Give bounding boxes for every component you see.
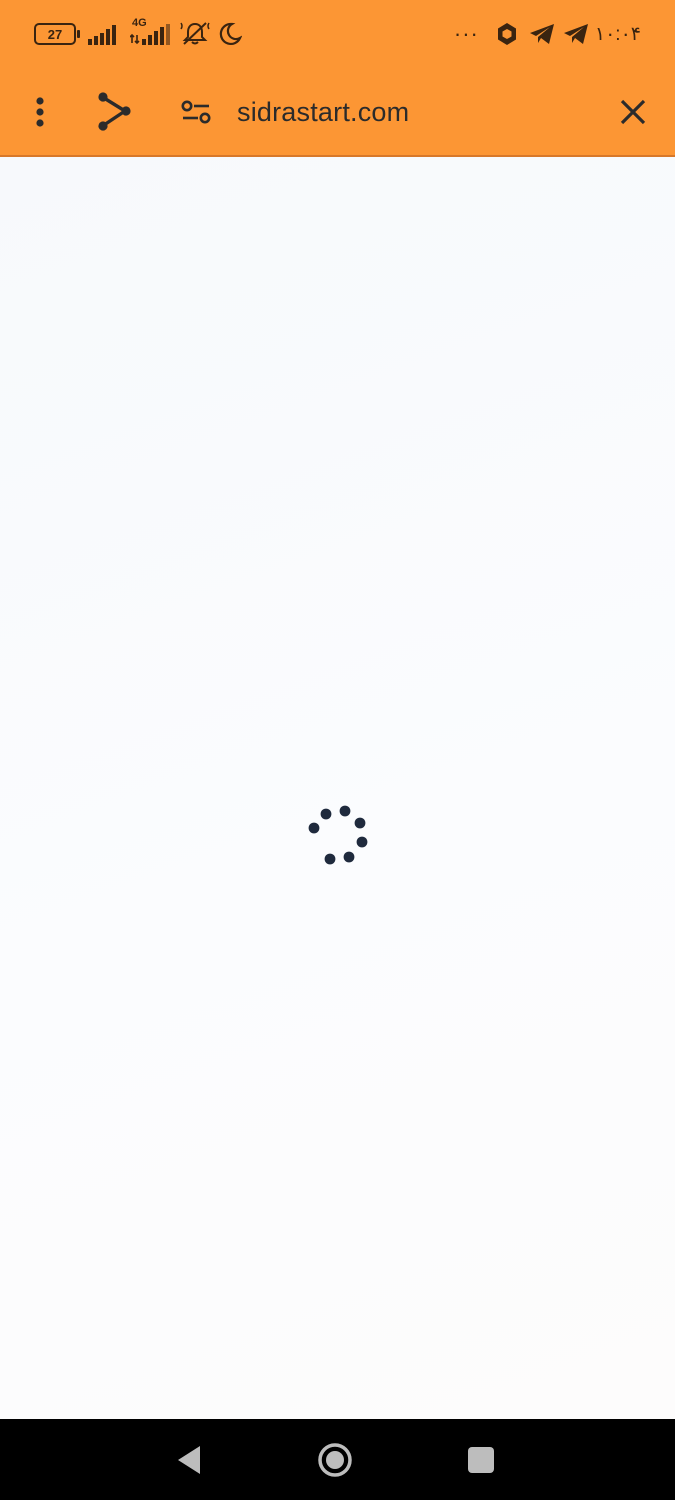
notification-dots-icon: ···: [453, 21, 479, 46]
site-settings-icon[interactable]: [170, 86, 222, 138]
screen: 27 4G ··· ۱۰:۰۴ sidrastart.com: [0, 0, 675, 1500]
battery-icon: 27: [34, 23, 80, 45]
status-right-group: ··· ۱۰:۰۴: [454, 18, 641, 50]
signal-4g-icon: 4G: [130, 17, 172, 45]
status-left-group: 27 4G: [34, 17, 250, 50]
do-not-disturb-icon: [218, 22, 242, 46]
home-icon[interactable]: [312, 1437, 358, 1483]
web-content: [0, 157, 675, 1419]
telegram-icon: [563, 23, 589, 45]
signal-icon: [88, 23, 122, 45]
share-icon[interactable]: [88, 86, 140, 138]
status-bar: 27 4G ··· ۱۰:۰۴: [0, 0, 675, 68]
system-nav-bar: [0, 1419, 675, 1500]
browser-toolbar: sidrastart.com: [0, 68, 675, 157]
battery-level: 27: [47, 26, 63, 42]
back-icon[interactable]: [166, 1437, 212, 1483]
loading-spinner-icon: [305, 802, 371, 868]
url-text[interactable]: sidrastart.com: [237, 92, 409, 132]
recents-icon[interactable]: [458, 1437, 504, 1483]
close-icon[interactable]: [607, 86, 659, 138]
mute-icon: [180, 21, 210, 47]
app-notification-icon: [495, 22, 519, 46]
more-vert-icon[interactable]: [14, 86, 66, 138]
network-label: 4G: [132, 17, 147, 29]
status-time: ۱۰:۰۴: [594, 23, 641, 45]
telegram-icon: [529, 23, 555, 45]
